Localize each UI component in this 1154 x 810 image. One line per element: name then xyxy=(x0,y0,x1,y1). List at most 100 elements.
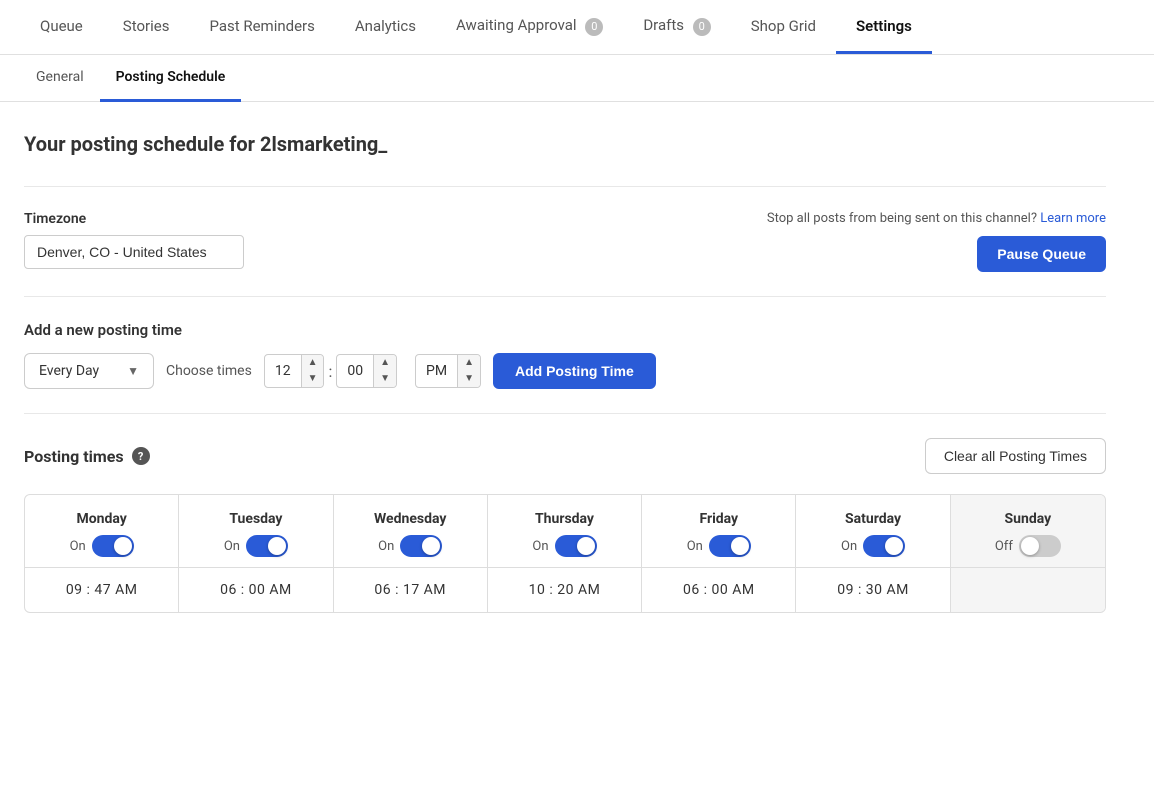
hours-down-button[interactable]: ▼ xyxy=(302,371,324,387)
chevron-down-icon: ▼ xyxy=(127,364,139,378)
ampm-spinner-btns: ▲ ▼ xyxy=(458,355,480,387)
toggle-saturday[interactable] xyxy=(863,535,905,557)
toggle-thumb-thursday xyxy=(577,537,595,555)
add-posting-title: Add a new posting time xyxy=(24,321,1106,339)
day-header-wednesday: Wednesday On xyxy=(334,495,487,567)
sub-navigation: General Posting Schedule xyxy=(0,55,1154,102)
toggle-thursday[interactable] xyxy=(555,535,597,557)
toggle-thumb-monday xyxy=(114,537,132,555)
day-times-sunday xyxy=(951,567,1105,596)
day-header-saturday: Saturday On xyxy=(796,495,949,567)
add-posting-section: Add a new posting time Every Day ▼ Choos… xyxy=(24,321,1106,389)
toggle-thumb-saturday xyxy=(885,537,903,555)
toggle-row-monday: On xyxy=(35,535,168,557)
toggle-wednesday[interactable] xyxy=(400,535,442,557)
learn-more-link[interactable]: Learn more xyxy=(1040,211,1106,226)
day-status-label-saturday: On xyxy=(841,539,857,554)
day-select-value: Every Day xyxy=(39,363,99,379)
timezone-label: Timezone xyxy=(24,211,244,227)
day-col-thursday: Thursday On 10 : 20 AM xyxy=(488,495,642,612)
tab-analytics[interactable]: Analytics xyxy=(335,1,436,54)
day-status-label-friday: On xyxy=(687,539,703,554)
minutes-value: 00 xyxy=(337,355,374,387)
tab-settings[interactable]: Settings xyxy=(836,1,932,54)
day-header-thursday: Thursday On xyxy=(488,495,641,567)
toggle-row-thursday: On xyxy=(498,535,631,557)
toggle-row-saturday: On xyxy=(806,535,939,557)
toggle-monday[interactable] xyxy=(92,535,134,557)
day-status-label-wednesday: On xyxy=(378,539,394,554)
day-header-sunday: Sunday Off xyxy=(951,495,1105,567)
day-status-label-thursday: On xyxy=(532,539,548,554)
stop-posts-text: Stop all posts from being sent on this c… xyxy=(767,211,1106,226)
day-times-saturday: 09 : 30 AM xyxy=(796,567,949,612)
days-grid: Monday On 09 : 47 AM Tuesday On xyxy=(24,494,1106,613)
minutes-spinner-btns: ▲ ▼ xyxy=(374,355,396,387)
day-col-friday: Friday On 06 : 00 AM xyxy=(642,495,796,612)
toggle-row-tuesday: On xyxy=(189,535,322,557)
page-title: Your posting schedule for 2lsmarketing_ xyxy=(24,132,1106,156)
tab-past-reminders[interactable]: Past Reminders xyxy=(189,1,334,54)
timezone-right: Stop all posts from being sent on this c… xyxy=(767,211,1106,272)
day-col-sunday: Sunday Off xyxy=(951,495,1105,612)
tab-shop-grid[interactable]: Shop Grid xyxy=(731,1,836,54)
awaiting-approval-badge: 0 xyxy=(585,18,603,36)
minutes-down-button[interactable]: ▼ xyxy=(374,371,396,387)
day-select-wrapper: Every Day ▼ xyxy=(24,353,154,389)
timezone-section: Timezone Stop all posts from being sent … xyxy=(24,211,1106,272)
tab-awaiting-approval[interactable]: Awaiting Approval 0 xyxy=(436,0,623,55)
toggle-thumb-sunday xyxy=(1021,537,1039,555)
toggle-thumb-wednesday xyxy=(422,537,440,555)
toggle-track-saturday[interactable] xyxy=(863,535,905,557)
subnav-general[interactable]: General xyxy=(20,55,100,102)
toggle-row-friday: On xyxy=(652,535,785,557)
day-name-monday: Monday xyxy=(35,511,168,527)
day-times-wednesday: 06 : 17 AM xyxy=(334,567,487,612)
ampm-spinner: PM ▲ ▼ xyxy=(415,354,481,388)
toggle-thumb-tuesday xyxy=(268,537,286,555)
minutes-up-button[interactable]: ▲ xyxy=(374,355,396,371)
day-name-saturday: Saturday xyxy=(806,511,939,527)
time-display-monday: 09 : 47 AM xyxy=(66,582,138,598)
day-name-friday: Friday xyxy=(652,511,785,527)
day-status-label-tuesday: On xyxy=(224,539,240,554)
ampm-down-button[interactable]: ▼ xyxy=(458,371,480,387)
add-posting-time-button[interactable]: Add Posting Time xyxy=(493,353,656,389)
toggle-track-monday[interactable] xyxy=(92,535,134,557)
toggle-track-friday[interactable] xyxy=(709,535,751,557)
time-display-saturday: 09 : 30 AM xyxy=(837,582,909,598)
toggle-tuesday[interactable] xyxy=(246,535,288,557)
divider-2 xyxy=(24,296,1106,297)
choose-times-label: Choose times xyxy=(166,363,252,379)
toggle-track-tuesday[interactable] xyxy=(246,535,288,557)
hours-up-button[interactable]: ▲ xyxy=(302,355,324,371)
timezone-input[interactable] xyxy=(24,235,244,269)
clear-all-posting-times-button[interactable]: Clear all Posting Times xyxy=(925,438,1106,474)
time-display-thursday: 10 : 20 AM xyxy=(529,582,601,598)
tab-drafts[interactable]: Drafts 0 xyxy=(623,0,730,55)
day-status-label-sunday: Off xyxy=(995,539,1013,554)
toggle-track-wednesday[interactable] xyxy=(400,535,442,557)
day-col-monday: Monday On 09 : 47 AM xyxy=(25,495,179,612)
hours-spinner-btns: ▲ ▼ xyxy=(302,355,324,387)
toggle-track-sunday[interactable] xyxy=(1019,535,1061,557)
posting-times-help-icon[interactable]: ? xyxy=(132,447,150,465)
time-display-tuesday: 06 : 00 AM xyxy=(220,582,292,598)
toggle-track-thursday[interactable] xyxy=(555,535,597,557)
minutes-spinner: 00 ▲ ▼ xyxy=(336,354,397,388)
divider-3 xyxy=(24,413,1106,414)
day-name-tuesday: Tuesday xyxy=(189,511,322,527)
toggle-sunday[interactable] xyxy=(1019,535,1061,557)
time-colon: : xyxy=(324,362,336,381)
subnav-posting-schedule[interactable]: Posting Schedule xyxy=(100,55,242,102)
day-header-tuesday: Tuesday On xyxy=(179,495,332,567)
day-name-sunday: Sunday xyxy=(961,511,1095,527)
ampm-up-button[interactable]: ▲ xyxy=(458,355,480,371)
day-name-wednesday: Wednesday xyxy=(344,511,477,527)
top-navigation: Queue Stories Past Reminders Analytics A… xyxy=(0,0,1154,55)
tab-stories[interactable]: Stories xyxy=(103,1,190,54)
pause-queue-button[interactable]: Pause Queue xyxy=(977,236,1106,272)
day-select[interactable]: Every Day ▼ xyxy=(24,353,154,389)
toggle-friday[interactable] xyxy=(709,535,751,557)
tab-queue[interactable]: Queue xyxy=(20,1,103,54)
